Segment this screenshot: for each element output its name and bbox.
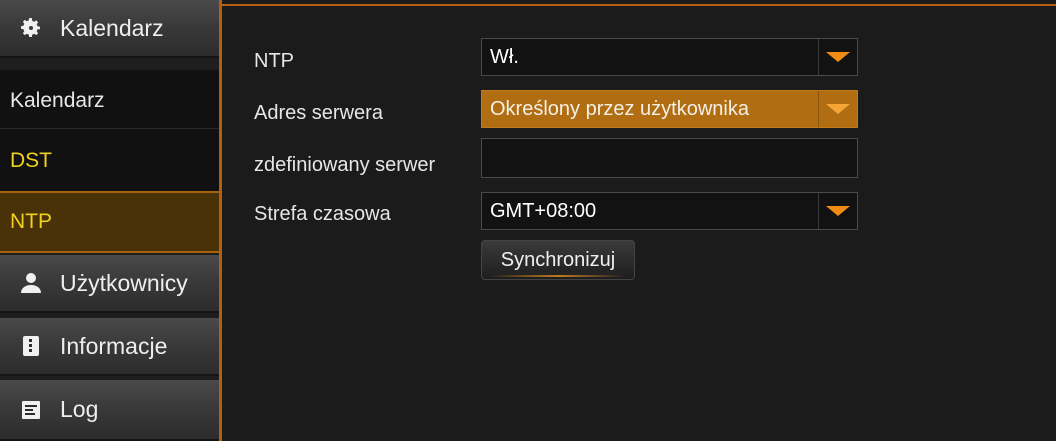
sidebar: Kalendarz Kalendarz DST NTP Użytkownicy [0,0,221,441]
sidebar-item-kalendarz[interactable]: Kalendarz [0,70,219,132]
sidebar-item-label: Kalendarz [10,89,105,112]
chevron-down-icon[interactable] [818,193,857,229]
sidebar-category-informacje[interactable]: Informacje [0,318,219,376]
sidebar-item-dst[interactable]: DST [0,130,219,192]
server-address-select[interactable]: Określony przez użytkownika [481,90,858,128]
sidebar-category-kalendarz[interactable]: Kalendarz [0,0,219,58]
timezone-label: Strefa czasowa [254,203,391,225]
chevron-down-icon[interactable] [818,91,857,127]
ntp-settings-panel: NTP Wł. Adres serwera Określony przez uż… [222,6,1056,441]
sidebar-category-label: Użytkownicy [60,269,188,296]
custom-server-input[interactable] [481,138,858,178]
divider [0,128,219,129]
server-address-value: Określony przez użytkownika [490,97,749,120]
log-icon [18,397,44,423]
sidebar-category-log[interactable]: Log [0,380,219,441]
sidebar-category-label: Kalendarz [60,14,164,41]
custom-server-label: zdefiniowany serwer [254,154,436,176]
synchronize-button[interactable]: Synchronizuj [481,240,635,280]
button-underline [490,275,626,277]
sidebar-item-label: DST [10,149,52,172]
chevron-down-icon[interactable] [818,39,857,75]
sidebar-item-label: NTP [10,210,52,233]
info-device-icon [18,333,44,359]
timezone-select[interactable]: GMT+08:00 [481,192,858,230]
ntp-label: NTP [254,50,294,72]
gear-icon [18,15,44,41]
ntp-value: Wł. [490,45,519,68]
sidebar-category-label: Log [60,396,99,422]
sidebar-category-uzytkownicy[interactable]: Użytkownicy [0,255,219,313]
server-address-label: Adres serwera [254,102,383,124]
synchronize-button-label: Synchronizuj [500,248,616,271]
ntp-select[interactable]: Wł. [481,38,858,76]
user-icon [18,270,44,296]
timezone-value: GMT+08:00 [490,199,597,222]
sidebar-item-ntp[interactable]: NTP [0,191,219,253]
sidebar-category-label: Informacje [60,332,168,359]
